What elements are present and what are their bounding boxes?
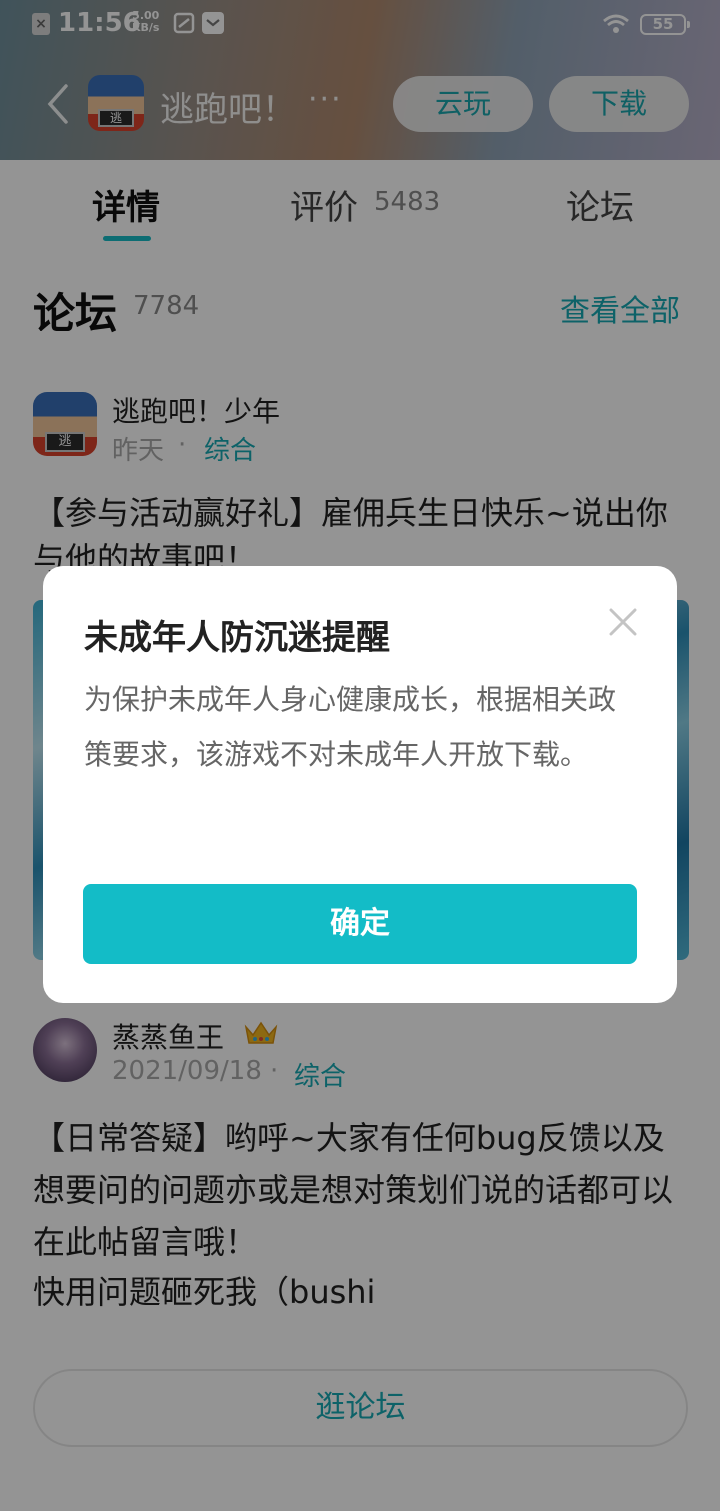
close-icon[interactable] [603,602,643,642]
anti-addiction-dialog: 未成年人防沉迷提醒 为保护未成年人身心健康成长，根据相关政策要求，该游戏不对未成… [43,566,677,1003]
dialog-message: 为保护未成年人身心健康成长，根据相关政策要求，该游戏不对未成年人开放下载。 [84,683,617,771]
dialog-title: 未成年人防沉迷提醒 [84,618,390,658]
confirm-button[interactable]: 确定 [83,884,637,964]
